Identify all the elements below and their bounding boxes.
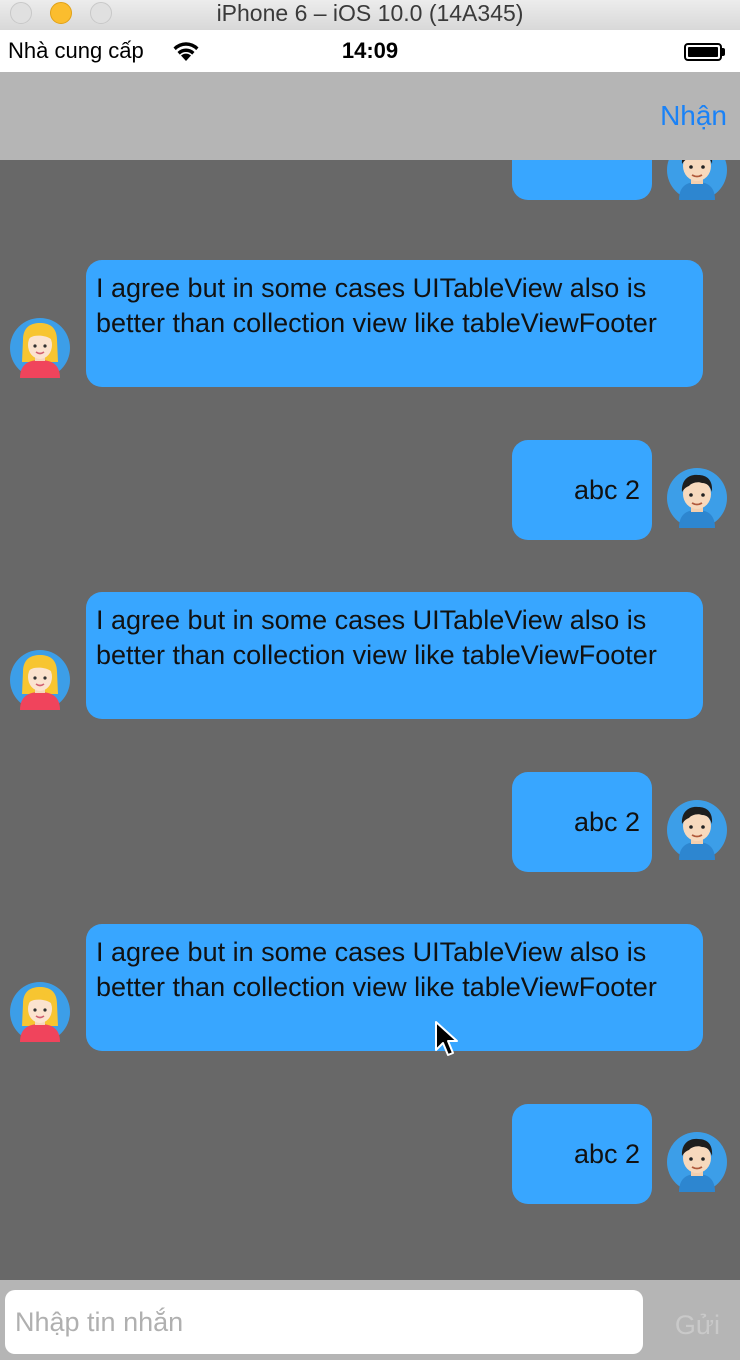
message-input-bar: Gửi [0, 1280, 740, 1360]
message-bubble-outgoing: abc 2 [512, 1104, 652, 1204]
send-button[interactable]: Gửi [675, 1310, 720, 1341]
boy-avatar-icon [667, 800, 727, 860]
window-title: iPhone 6 – iOS 10.0 (14A345) [216, 0, 524, 26]
boy-avatar-icon [667, 468, 727, 528]
battery-icon [684, 43, 726, 61]
girl-avatar-icon [10, 982, 70, 1042]
boy-avatar-icon [667, 160, 727, 200]
status-bar: Nhà cung cấp 14:09 [0, 30, 740, 72]
message-bubble-outgoing: abc 2 [512, 772, 652, 872]
navigation-bar: Nhận [0, 72, 740, 160]
receive-button[interactable]: Nhận [660, 100, 727, 132]
message-input[interactable] [5, 1290, 643, 1354]
boy-avatar-icon [667, 1132, 727, 1192]
girl-avatar-icon [10, 650, 70, 710]
message-bubble-outgoing: abc 2 [512, 440, 652, 540]
message-bubble-incoming: I agree but in some cases UITableView al… [86, 592, 703, 719]
status-time: 14:09 [341, 38, 399, 63]
window-title-bar: iPhone 6 – iOS 10.0 (14A345) [0, 0, 740, 31]
mouse-pointer-icon [435, 1021, 458, 1056]
message-bubble-incoming: I agree but in some cases UITableView al… [86, 260, 703, 387]
girl-avatar-icon [10, 318, 70, 378]
chat-list[interactable]: abc 2 I agree but in some cases UITableV… [0, 160, 740, 1280]
message-bubble-incoming: I agree but in some cases UITableView al… [86, 924, 703, 1051]
message-bubble-outgoing: abc 2 [512, 160, 652, 200]
